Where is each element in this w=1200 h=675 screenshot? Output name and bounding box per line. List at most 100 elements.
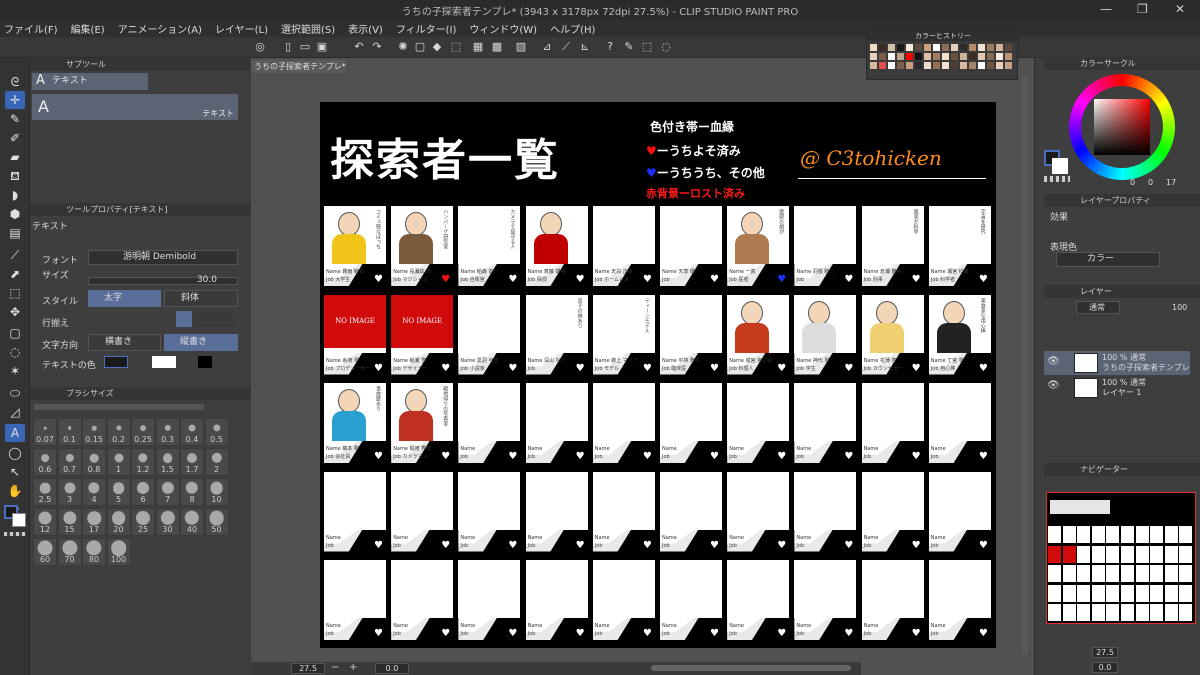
document-tab[interactable]: うちの子探索者テンプレ*: [251, 60, 346, 73]
character-card[interactable]: Name Job ♥: [861, 383, 924, 463]
eraser-tool-icon[interactable]: ▰: [5, 148, 25, 166]
brush-size-cell[interactable]: 0.15: [82, 418, 106, 446]
color-history-swatch[interactable]: [888, 53, 895, 60]
brush-size-cell[interactable]: 2: [204, 448, 229, 476]
brush-size-cell[interactable]: 15: [57, 508, 82, 536]
color-history-swatch[interactable]: [897, 62, 904, 69]
snap-grid-icon[interactable]: ⊾: [578, 40, 592, 54]
brush-size-cell[interactable]: 3: [57, 478, 82, 506]
brush-size-cell[interactable]: 30: [155, 508, 180, 536]
menu-filter[interactable]: フィルター(I): [396, 21, 457, 36]
brush-size-cell[interactable]: 12: [33, 508, 57, 536]
color-history-swatch[interactable]: [960, 62, 967, 69]
character-card[interactable]: Name 斉藤 雄馬 Job 探偵 ♥: [525, 206, 588, 286]
vertical-scrollbar[interactable]: [1022, 75, 1028, 655]
expression-color-select[interactable]: カラー: [1056, 252, 1160, 267]
brush-size-cell[interactable]: 0.5: [204, 418, 229, 446]
airbrush-tool-icon[interactable]: ⛾: [5, 167, 25, 185]
color-history-swatch[interactable]: [870, 62, 877, 69]
italic-toggle[interactable]: 斜体: [164, 290, 238, 307]
color-history-swatch[interactable]: [960, 44, 967, 51]
brush-size-cell[interactable]: 25: [131, 508, 155, 536]
character-card[interactable]: Name Job ♥: [592, 560, 655, 640]
color-history-swatch[interactable]: [951, 62, 958, 69]
bold-toggle[interactable]: 太字: [88, 290, 161, 307]
brush-size-cell[interactable]: 0.2: [106, 418, 131, 446]
brushsize-slider[interactable]: [34, 404, 204, 410]
color-history-swatch[interactable]: [987, 53, 994, 60]
selection-icon[interactable]: ⬚: [640, 40, 654, 54]
brush-size-cell[interactable]: 1.2: [131, 448, 155, 476]
character-card[interactable]: Name Job ♥: [592, 383, 655, 463]
blend-tool-icon[interactable]: ◗: [5, 186, 25, 204]
close-button[interactable]: ✕: [1175, 2, 1185, 16]
move-layer-tool-icon[interactable]: ✥: [5, 303, 25, 321]
character-card[interactable]: Name Job ♥: [861, 471, 924, 552]
color-history-swatch[interactable]: [996, 44, 1003, 51]
pen-tool-icon[interactable]: ᘓ: [5, 73, 25, 91]
character-card[interactable]: Name Job ♥: [794, 560, 857, 640]
brush-size-cell[interactable]: 5: [106, 478, 131, 506]
horizontal-toggle[interactable]: 横書き: [88, 334, 161, 351]
brush-size-cell[interactable]: 10: [204, 478, 229, 506]
pencil-tool-icon[interactable]: ✎: [5, 110, 25, 128]
menu-animation[interactable]: アニメーション(A): [118, 21, 202, 36]
zoom-in-icon[interactable]: +: [349, 662, 357, 673]
character-card[interactable]: Name 天草 優 Job ♥: [660, 206, 722, 286]
color-history-swatch[interactable]: [942, 62, 949, 69]
character-card[interactable]: NO IMAGE Name 糸崎 零 Job プロデューサー ♥: [324, 294, 386, 375]
character-card[interactable]: Name Job ♥: [324, 560, 386, 640]
character-card[interactable]: カメラで見守る人 Name 稲森 善一 Job 自衛官 ♥: [458, 206, 521, 286]
brush-size-cell[interactable]: 0.4: [180, 418, 204, 446]
subtool-preview[interactable]: A テキスト: [32, 94, 238, 120]
color-history-swatch[interactable]: [996, 53, 1003, 60]
brush-size-cell[interactable]: 0.1: [57, 418, 82, 446]
lasso-select-tool-icon[interactable]: ◌: [5, 343, 25, 361]
move-tool-icon[interactable]: ✛: [5, 91, 25, 109]
character-card[interactable]: Name Job ♥: [525, 560, 588, 640]
character-card[interactable]: Name Job ♥: [928, 383, 991, 463]
horizontal-scrollbar[interactable]: [651, 665, 851, 671]
correction-tool-icon[interactable]: ↖: [5, 463, 25, 481]
color-history-swatch[interactable]: [951, 53, 958, 60]
text-color-black-swatch[interactable]: [198, 356, 212, 368]
color-history-swatch[interactable]: [933, 53, 940, 60]
character-card[interactable]: Name 神代 翠 Job 学生 ♥: [794, 294, 857, 375]
color-history-swatch[interactable]: [969, 53, 976, 60]
color-history-swatch[interactable]: [879, 62, 886, 69]
brush-size-cell[interactable]: 0.7: [57, 448, 82, 476]
maximize-button[interactable]: ❐: [1137, 2, 1148, 16]
character-card[interactable]: Name Job ♥: [592, 471, 655, 552]
brush-tool-icon[interactable]: ✐: [5, 129, 25, 147]
angle-value[interactable]: 0.0: [375, 663, 409, 674]
character-card[interactable]: Name Job ♥: [727, 471, 790, 552]
menu-selection[interactable]: 選択範囲(S): [281, 21, 335, 36]
eye-icon[interactable]: 👁: [1047, 356, 1060, 367]
object-tool-icon[interactable]: ⬚: [5, 284, 25, 302]
sub-color-swatch[interactable]: [12, 513, 26, 527]
fill-tool-icon[interactable]: ⬢: [5, 205, 25, 223]
brush-size-cell[interactable]: 100: [106, 538, 131, 566]
character-card[interactable]: ハンバーグ研究家 Name 長瀬紘 羽 Job マジシャン ♥: [391, 206, 454, 286]
undo-icon[interactable]: ↶: [352, 40, 366, 54]
character-card[interactable]: 事故歴あり Name 藤本 剛 Job 会社員 ♥: [324, 383, 386, 463]
zoom-value[interactable]: 27.5: [291, 663, 325, 674]
color-history-swatch[interactable]: [969, 44, 976, 51]
character-card[interactable]: Name Job ♥: [861, 560, 924, 640]
character-card[interactable]: 実家が料亭 Name 倉瀬 鶴利 Job 刑事 ♥: [861, 206, 924, 286]
balloon-tool-icon[interactable]: ◯: [5, 444, 25, 462]
color-history-swatch[interactable]: [987, 62, 994, 69]
eyedropper-tool-icon[interactable]: ⟋: [5, 246, 25, 264]
character-card[interactable]: 双子の妹あり Name 深山 なと Job ♥: [525, 294, 588, 375]
clip-studio-icon[interactable]: ◎: [253, 40, 267, 54]
color-history-swatch[interactable]: [924, 62, 931, 69]
brush-size-cell[interactable]: 1: [106, 448, 131, 476]
transparent-color-swatch[interactable]: [4, 532, 26, 536]
character-card[interactable]: Name Job ♥: [391, 560, 454, 640]
character-card[interactable]: Name Job ♥: [324, 471, 386, 552]
brush-size-cell[interactable]: 0.8: [82, 448, 106, 476]
character-card[interactable]: Name Job ♥: [660, 560, 722, 640]
menu-view[interactable]: 表示(V): [348, 21, 383, 36]
color-history-swatch[interactable]: [951, 44, 958, 51]
text-color-sub-swatch[interactable]: [152, 356, 176, 368]
